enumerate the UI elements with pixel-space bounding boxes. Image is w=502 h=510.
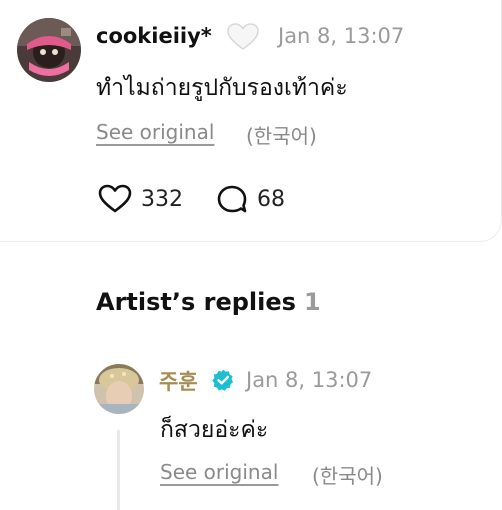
reply-see-original-link[interactable]: See original <box>160 460 278 484</box>
original-language-label: (한국어) <box>246 124 317 148</box>
verified-badge-icon <box>211 368 235 396</box>
speech-bubble-icon <box>217 185 247 213</box>
like-button[interactable]: 332 <box>98 184 183 214</box>
artist-avatar[interactable] <box>94 364 144 414</box>
comment-timestamp: Jan 8, 13:07 <box>278 24 405 48</box>
like-count: 332 <box>141 186 183 212</box>
commenter-username[interactable]: cookieiiy* <box>96 24 212 48</box>
reply-timestamp: Jan 8, 13:07 <box>246 368 373 392</box>
reply-thread-line <box>117 430 120 510</box>
see-original-link[interactable]: See original <box>96 120 214 144</box>
artist-replies-title: Artist’s replies <box>96 288 296 316</box>
commenter-avatar[interactable] <box>17 18 81 82</box>
heart-outline-icon <box>98 184 132 213</box>
reply-button[interactable]: 68 <box>216 184 285 214</box>
white-heart-icon <box>226 22 260 56</box>
artist-replies-count: 1 <box>303 288 321 316</box>
artist-replies-heading: Artist’s replies 1 <box>96 288 321 316</box>
artist-name[interactable]: 주훈 <box>159 366 198 396</box>
reply-count: 68 <box>257 186 285 212</box>
reply-text: ก็สวยอ่ะค่ะ <box>160 417 269 443</box>
reply-original-language-label: (한국어) <box>312 464 383 488</box>
comment-text: ทำไมถ่ายรูปกับรองเท้าค่ะ <box>96 75 348 101</box>
